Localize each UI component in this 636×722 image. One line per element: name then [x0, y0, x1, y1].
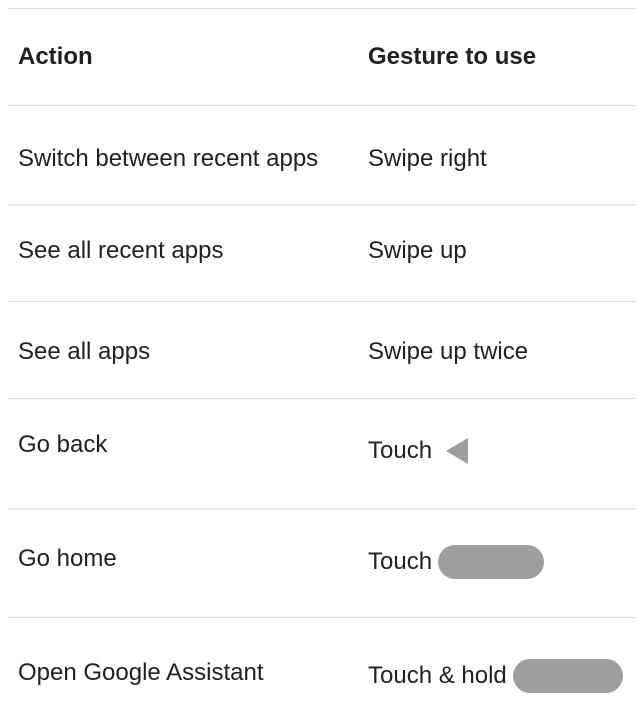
row-gesture: Swipe right [368, 145, 487, 172]
table-row: Switch between recent apps Swipe right [8, 106, 636, 205]
table-row: See all recent apps Swipe up [8, 205, 636, 302]
home-pill-icon [438, 545, 545, 579]
table-row: See all apps Swipe up twice [8, 302, 636, 399]
table-row: Open Google Assistant Touch & hold [8, 618, 636, 722]
back-triangle-icon [446, 438, 469, 464]
row-gesture: Swipe up twice [368, 338, 529, 365]
row-gesture-cell: Touch & hold [368, 659, 623, 693]
row-gesture: Touch [368, 548, 433, 575]
row-action: Go back [18, 431, 108, 458]
row-action: Open Google Assistant [18, 659, 264, 686]
row-action: See all apps [18, 338, 151, 365]
table-row: Go home Touch [8, 509, 636, 618]
header-gesture: Gesture to use [368, 43, 537, 70]
row-gesture: Touch [368, 437, 433, 464]
table-row: Go back Touch [8, 399, 636, 509]
row-gesture-cell: Touch [368, 437, 469, 465]
header-action: Action [18, 43, 93, 70]
row-gesture-cell: Touch [368, 545, 545, 579]
gesture-table: Action Gesture to use Switch between rec… [0, 0, 636, 722]
row-gesture: Swipe up [368, 237, 467, 264]
row-gesture: Touch & hold [368, 662, 507, 689]
table-header-row: Action Gesture to use [8, 9, 636, 106]
row-action: See all recent apps [18, 237, 224, 264]
row-action: Switch between recent apps [18, 145, 319, 172]
row-action: Go home [18, 545, 117, 572]
home-pill-icon [512, 659, 623, 693]
